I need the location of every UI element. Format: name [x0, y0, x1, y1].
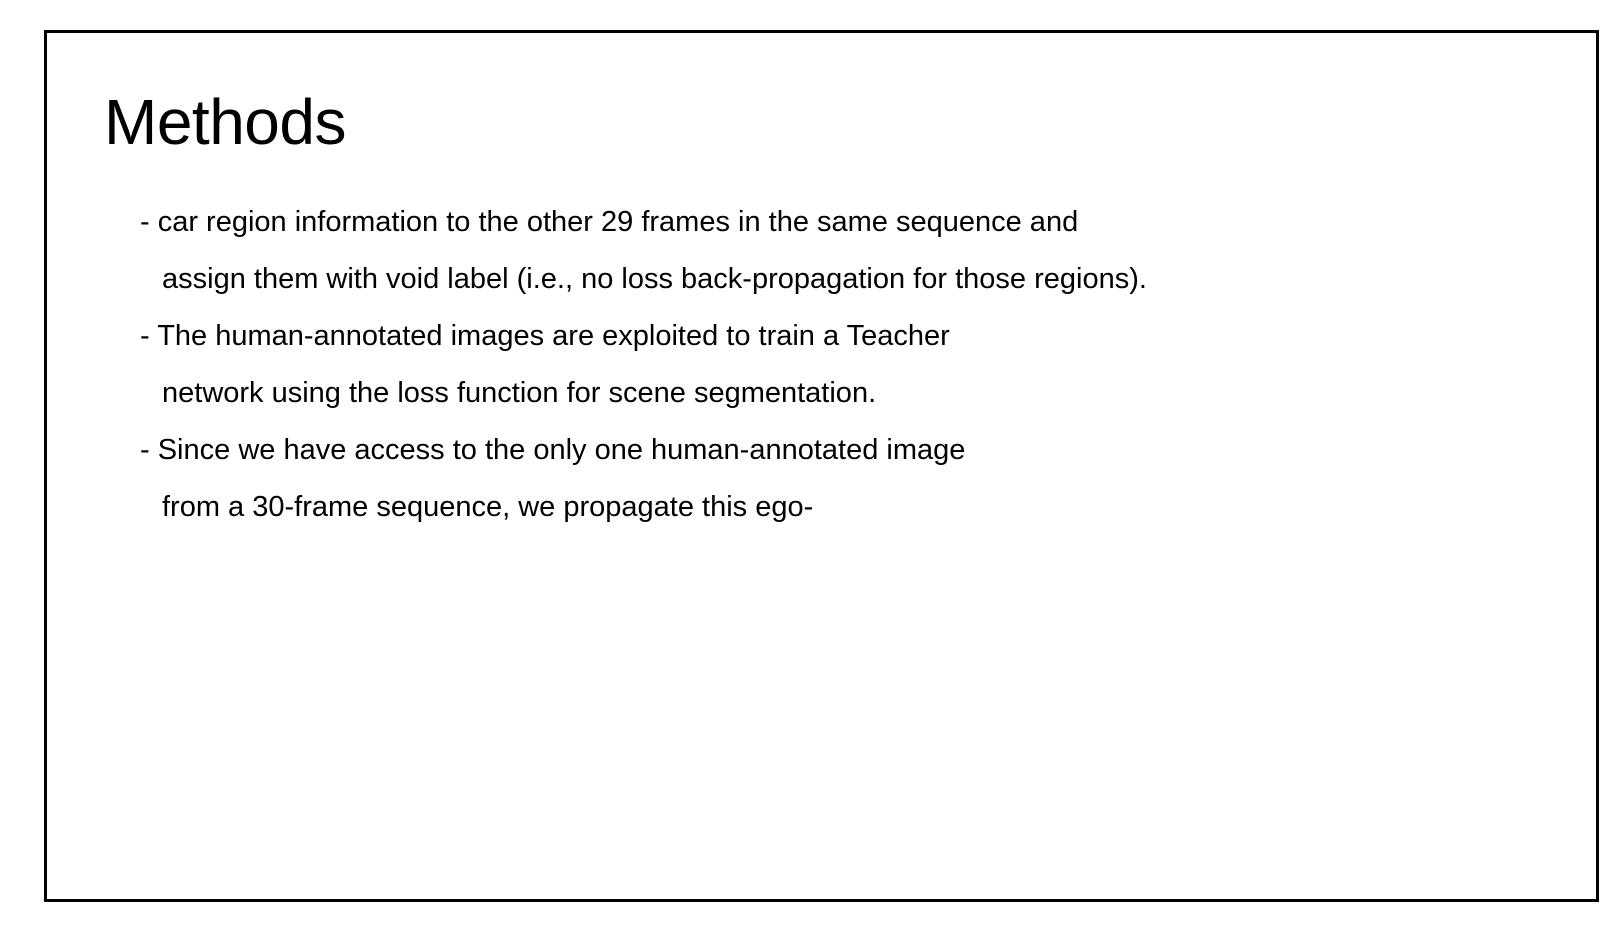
slide-frame: Methods - car region information to the … — [44, 30, 1599, 902]
continuation-line: network using the loss function for scen… — [162, 377, 877, 409]
continuation-line: from a 30-frame sequence, we propagate t… — [162, 491, 814, 523]
slide-body: - car region information to the other 29… — [140, 194, 1520, 536]
slide-title: Methods — [104, 86, 346, 158]
continuation-line: assign them with void label (i.e., no lo… — [162, 263, 1147, 295]
bullet-line: - The human-annotated images are exploit… — [140, 320, 950, 352]
bullet-line: - Since we have access to the only one h… — [140, 434, 966, 466]
bullet-line: - car region information to the other 29… — [140, 206, 1079, 238]
